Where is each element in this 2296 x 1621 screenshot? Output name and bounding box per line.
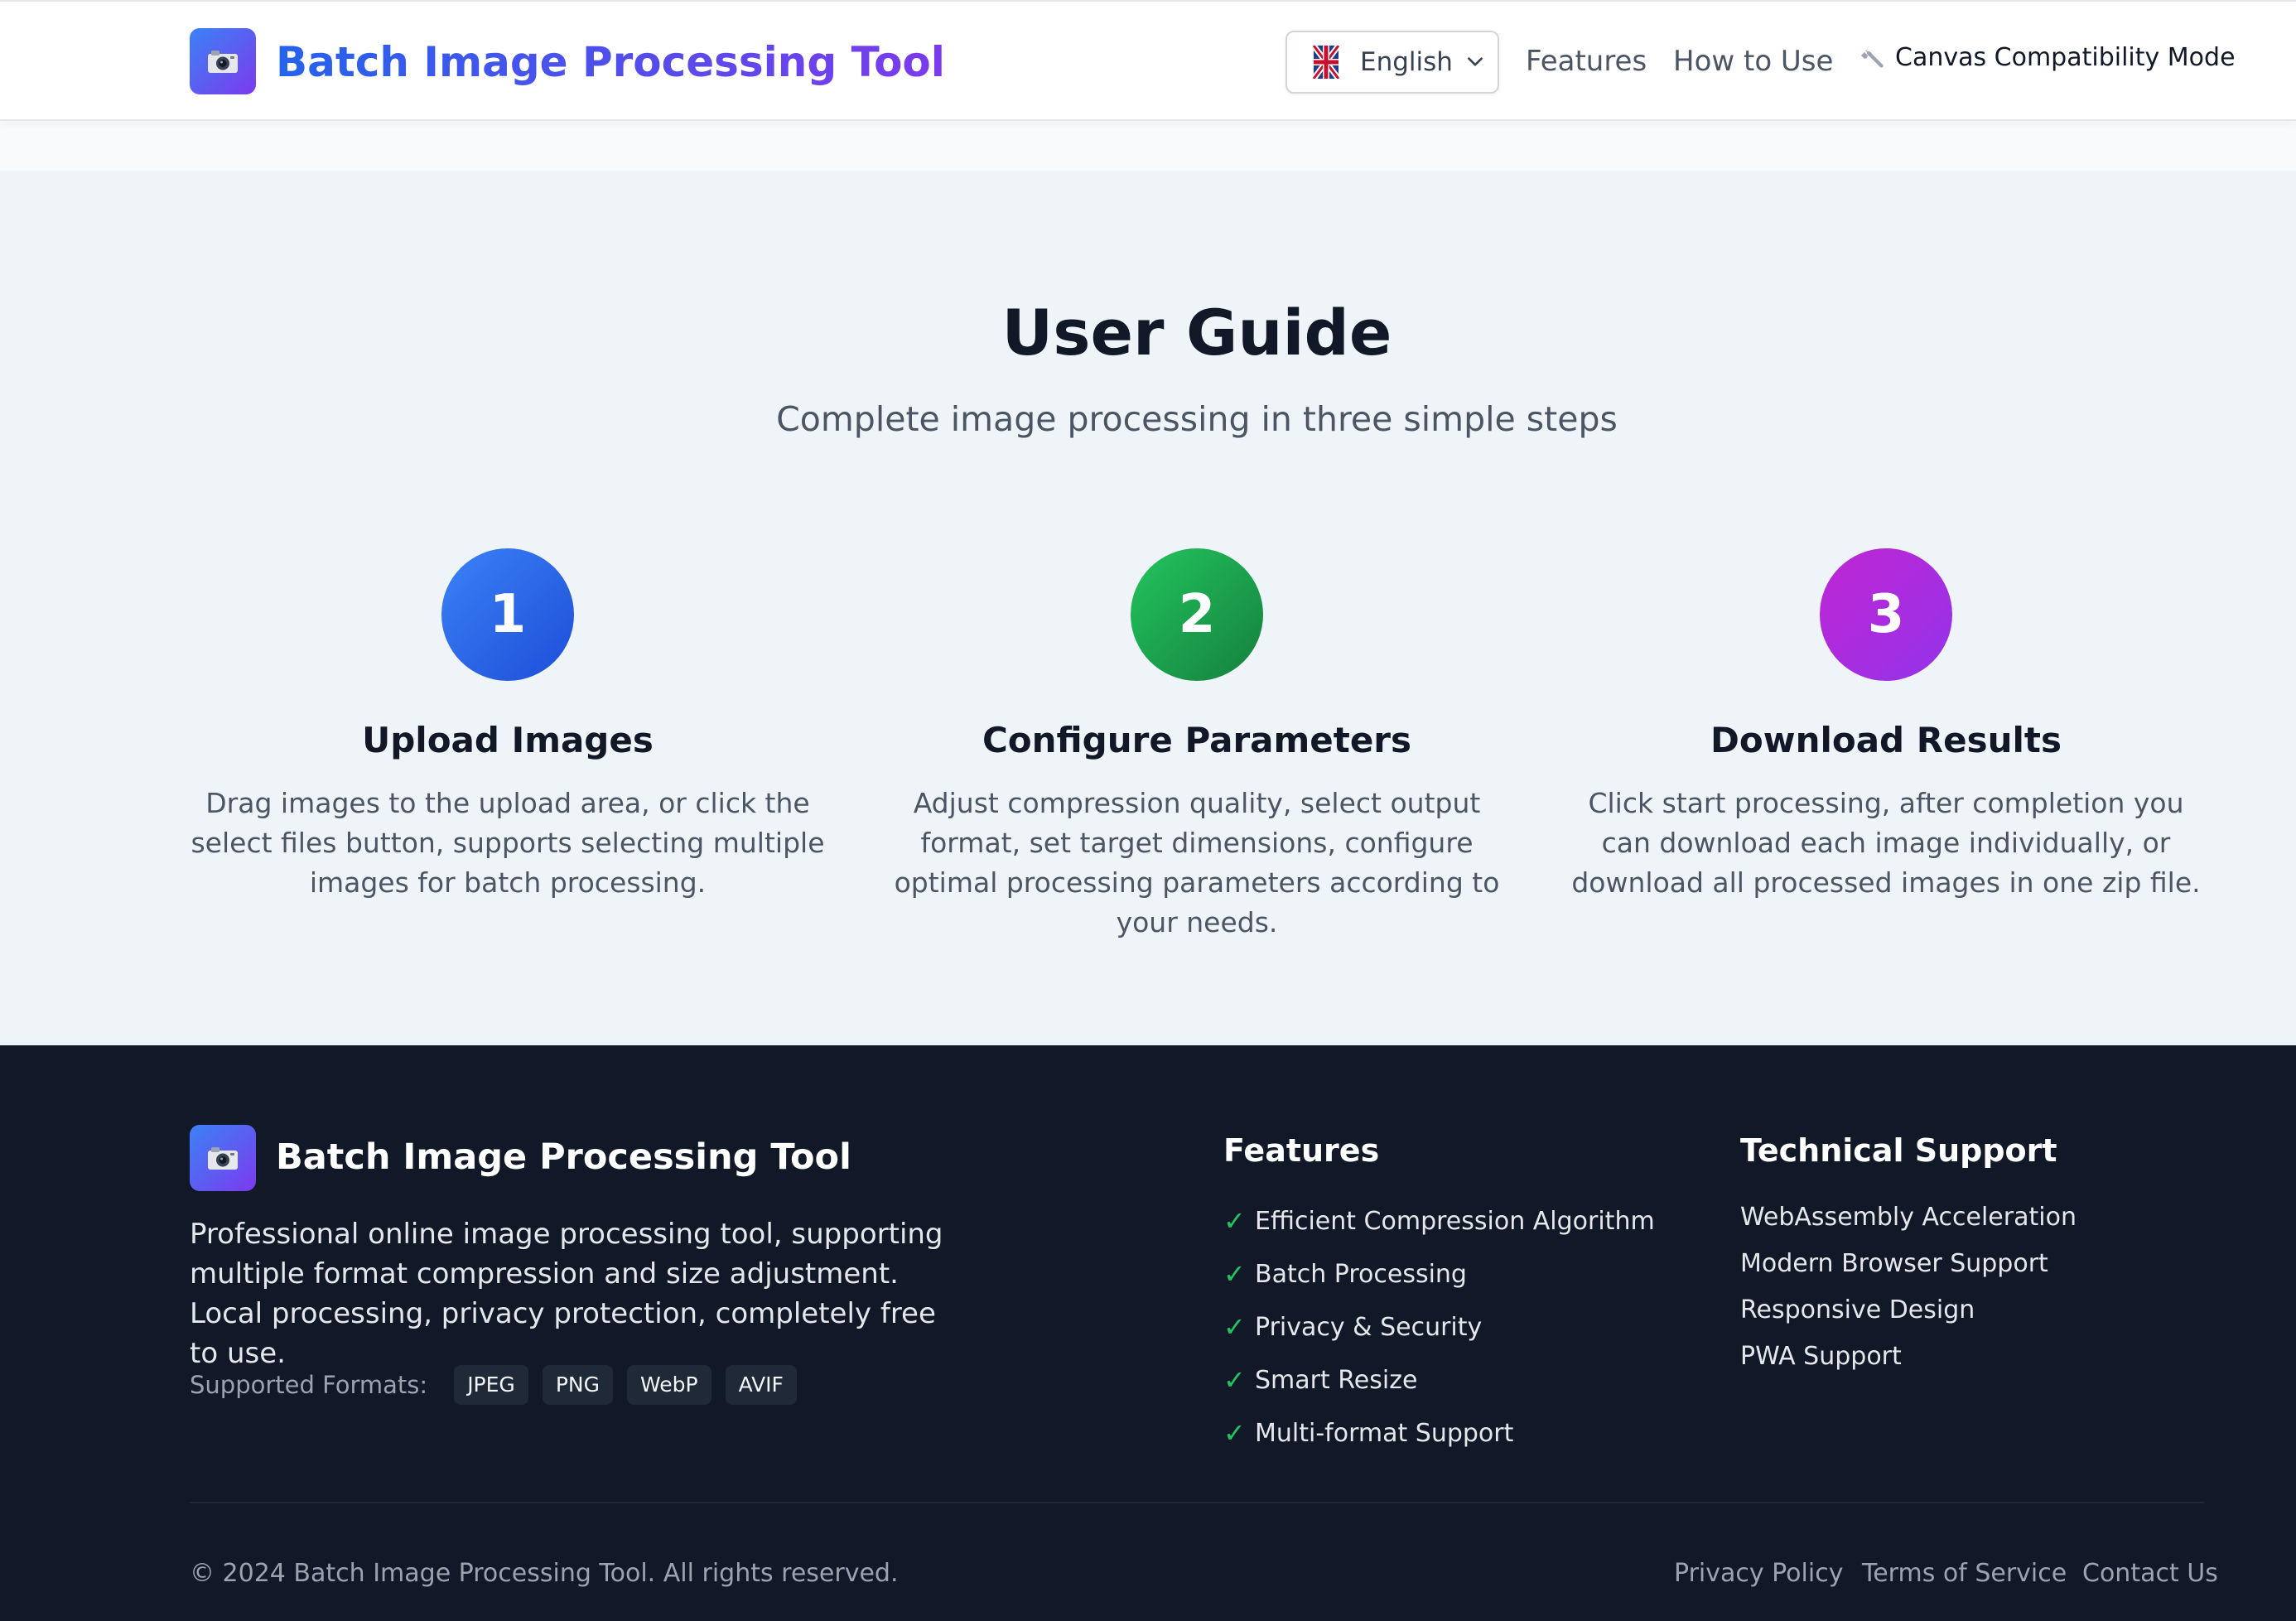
footer-feature-item: ✓ Privacy & Security [1223, 1300, 1655, 1353]
format-badge-jpeg: JPEG [454, 1365, 528, 1405]
top-spacer [0, 121, 2296, 171]
privacy-policy-link[interactable]: Privacy Policy [1674, 1554, 1843, 1594]
language-label: English [1360, 47, 1453, 77]
footer-support-list: WebAssembly Acceleration Modern Browser … [1740, 1194, 2077, 1380]
footer-logo [190, 1125, 256, 1191]
footer-support-item: Modern Browser Support [1740, 1249, 2048, 1278]
step-configure-parameters: 2 Configure Parameters Adjust compressio… [874, 548, 1520, 943]
language-selector[interactable]: English [1285, 31, 1499, 94]
site-header: Batch Image Processing Tool English Feat… [0, 0, 2296, 121]
terms-of-service-link[interactable]: Terms of Service [1862, 1554, 2067, 1594]
format-badge-webp: WebP [626, 1365, 711, 1405]
nav-link-how-to-use[interactable]: How to Use [1673, 40, 1833, 83]
footer-description: Professional online image processing too… [190, 1218, 943, 1370]
step-number-badge: 2 [1131, 548, 1263, 681]
brand-title[interactable]: Batch Image Processing Tool [276, 33, 945, 91]
footer-feature-label: Multi-format Support [1255, 1418, 1514, 1448]
format-badge-png: PNG [542, 1365, 613, 1405]
step-download-results: 3 Download Results Click start processin… [1563, 548, 2209, 903]
footer-feature-label: Efficient Compression Algorithm [1255, 1206, 1655, 1236]
footer-feature-item: ✓ Efficient Compression Algorithm [1223, 1194, 1655, 1247]
camera-icon [208, 51, 238, 73]
footer-feature-label: Batch Processing [1255, 1259, 1467, 1289]
user-guide-title: User Guide [1001, 296, 1392, 369]
footer-brand-title: Batch Image Processing Tool [276, 1136, 851, 1178]
step-description: Adjust compression quality, select outpu… [894, 787, 1500, 938]
site-footer: Batch Image Processing Tool Professional… [0, 1045, 2296, 1621]
user-guide-subtitle: Complete image processing in three simpl… [776, 399, 1618, 439]
nav-link-features[interactable]: Features [1526, 40, 1647, 83]
check-icon: ✓ [1223, 1417, 1246, 1449]
footer-support-title: Technical Support [1740, 1132, 2057, 1169]
step-title: Download Results [1710, 720, 2062, 760]
footer-support-item: WebAssembly Acceleration [1740, 1203, 2077, 1232]
footer-features-list: ✓ Efficient Compression Algorithm ✓ Batch … [1223, 1194, 1655, 1459]
check-icon: ✓ [1223, 1258, 1246, 1290]
footer-features-title: Features [1223, 1132, 1380, 1169]
canvas-compatibility-mode-label: Canvas Compatibility Mode [1895, 43, 2236, 72]
canvas-compatibility-mode-button[interactable]: Canvas Compatibility Mode [1860, 43, 2236, 72]
footer-feature-item: ✓ Multi-format Support [1223, 1406, 1655, 1459]
footer-divider [190, 1502, 2204, 1503]
footer-support-item: Responsive Design [1740, 1295, 1975, 1324]
step-number-badge: 3 [1820, 548, 1952, 681]
format-badge-avif: AVIF [725, 1365, 797, 1405]
contact-us-link[interactable]: Contact Us [2082, 1554, 2218, 1594]
step-title: Upload Images [362, 720, 654, 760]
logo[interactable] [190, 28, 256, 94]
step-description: Click start processing, after completion… [1571, 787, 2201, 899]
step-number-badge: 1 [441, 548, 574, 681]
uk-flag-icon [1312, 46, 1340, 79]
step-description: Drag images to the upload area, or click… [191, 787, 825, 899]
step-title: Configure Parameters [982, 720, 1412, 760]
supported-formats: Supported Formats: JPEG PNG WebP AVIF [190, 1365, 811, 1405]
footer-feature-item: ✓ Smart Resize [1223, 1353, 1655, 1406]
footer-feature-item: ✓ Batch Processing [1223, 1247, 1655, 1300]
supported-formats-label: Supported Formats: [190, 1371, 428, 1399]
copyright-text: © 2024 Batch Image Processing Tool. All … [190, 1559, 899, 1588]
footer-support-item: PWA Support [1740, 1342, 1902, 1371]
check-icon: ✓ [1223, 1364, 1246, 1396]
step-upload-images: 1 Upload Images Drag images to the uploa… [185, 548, 831, 903]
camera-icon [208, 1147, 238, 1170]
check-icon: ✓ [1223, 1205, 1246, 1237]
wrench-icon [1861, 48, 1884, 68]
footer-feature-label: Smart Resize [1255, 1365, 1418, 1395]
check-icon: ✓ [1223, 1311, 1246, 1343]
footer-feature-label: Privacy & Security [1255, 1312, 1483, 1342]
chevron-down-icon [1468, 57, 1483, 66]
